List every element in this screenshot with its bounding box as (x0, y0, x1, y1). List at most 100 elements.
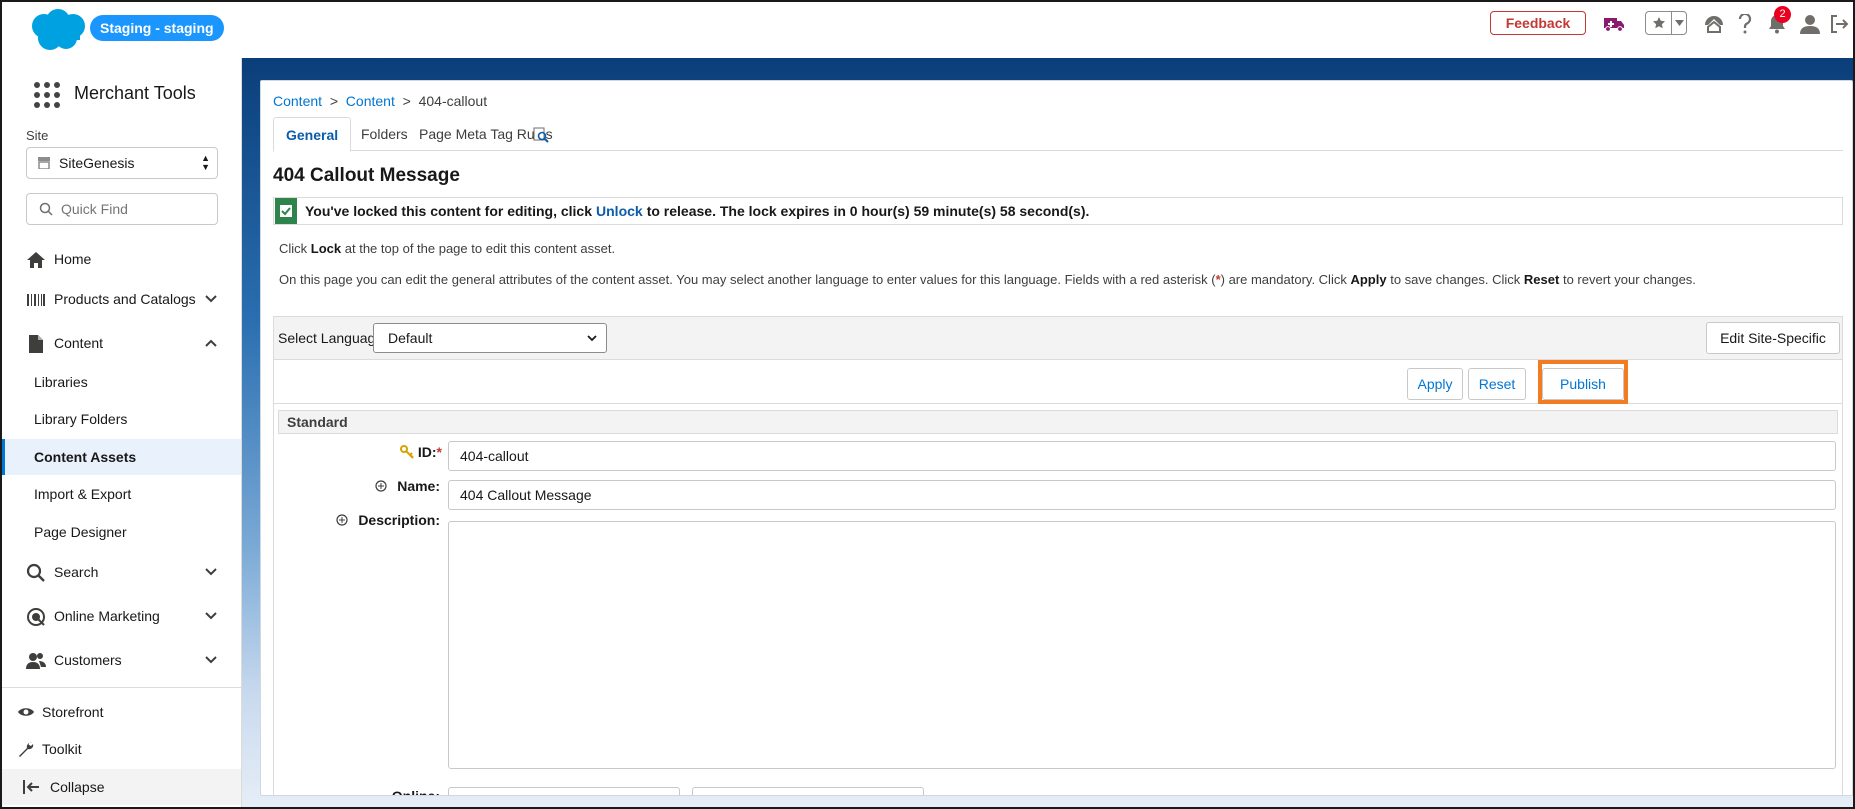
chevron-down-icon[interactable] (204, 565, 218, 579)
sidebar-item-content-assets[interactable]: Content Assets (2, 439, 241, 475)
lock-status-banner: You've locked this content for editing, … (273, 197, 1843, 225)
sidebar-item-label: Customers (54, 652, 122, 668)
sidebar-item-label: Products and Catalogs (54, 291, 196, 307)
online-to-field[interactable] (692, 787, 924, 795)
chevron-down-icon[interactable] (204, 653, 218, 667)
sidebar-item-online-marketing[interactable]: Online Marketing (2, 598, 241, 634)
help-text-part: at the top of the page to edit this cont… (344, 241, 616, 256)
locked-icon (275, 198, 297, 224)
chevron-down-icon[interactable] (204, 292, 218, 306)
sidebar: Merchant Tools Site SiteGenesis ▲▼ Home … (2, 58, 242, 807)
sidebar-item-import-export[interactable]: Import & Export (2, 476, 241, 512)
help-text-bold: Lock (310, 241, 342, 256)
sidebar-item-storefront[interactable]: Storefront (2, 694, 241, 730)
sidebar-item-toolkit[interactable]: Toolkit (2, 731, 241, 767)
chevron-down-icon[interactable] (1672, 12, 1686, 34)
select-arrows-icon: ▲ ▼ (201, 153, 210, 172)
sidebar-item-products-and-catalogs[interactable]: Products and Catalogs (2, 281, 241, 317)
favorites-control[interactable] (1645, 11, 1687, 35)
barcode-icon (27, 294, 45, 306)
help-text-part: to save changes. Click (1390, 272, 1521, 287)
action-bar: Apply Reset Publish (273, 360, 1843, 404)
required-asterisk: * (436, 444, 442, 460)
app-launcher-icon[interactable] (34, 82, 60, 108)
online-from-field[interactable] (448, 787, 680, 795)
eye-icon (18, 708, 34, 716)
sidebar-item-label: Content (54, 335, 104, 351)
wrench-icon (19, 742, 34, 757)
global-header: Staging - staging Feedback 2 (2, 2, 1853, 58)
chevron-down-icon[interactable] (204, 609, 218, 623)
lock-message-start: You've locked this content for editing, … (305, 203, 593, 219)
reset-button[interactable]: Reset (1468, 368, 1526, 400)
logout-icon[interactable] (1828, 10, 1850, 38)
chevron-up-icon[interactable] (204, 336, 218, 350)
app-name: Merchant Tools (74, 83, 196, 103)
quick-find-field[interactable] (26, 193, 218, 225)
name-label: Name: (354, 478, 440, 494)
help-text-bold: Apply (1350, 272, 1387, 287)
sidebar-item-home[interactable]: Home (2, 241, 241, 277)
star-icon[interactable] (1646, 12, 1672, 34)
localizable-icon (336, 514, 349, 526)
tab-bar: General Folders Page Meta Tag Rules (273, 117, 1843, 152)
tab-preview[interactable] (521, 117, 561, 151)
help-text-edit: On this page you can edit the general at… (279, 272, 1696, 287)
sidebar-item-libraries[interactable]: Libraries (2, 364, 241, 400)
home-icon (27, 252, 45, 268)
sidebar-item-library-folders[interactable]: Library Folders (2, 401, 241, 437)
unlock-link[interactable]: Unlock (596, 203, 643, 219)
id-label: ID:* (354, 444, 442, 460)
collapse-button[interactable]: Collapse (2, 769, 241, 805)
sidebar-divider (2, 687, 241, 688)
description-label-text: Description: (358, 512, 440, 528)
edit-site-specific-button[interactable]: Edit Site-Specific (1706, 322, 1840, 354)
breadcrumb-separator: > (398, 93, 415, 109)
search-icon (26, 563, 45, 582)
publish-highlight-box (1538, 360, 1628, 404)
help-text-part: On this page you can edit the general at… (279, 272, 1216, 287)
toolkit-label: Toolkit (42, 741, 82, 757)
language-select-value: Default (388, 330, 433, 346)
select-language-label: Select Language: (278, 330, 387, 346)
sidebar-item-label: Online Marketing (54, 608, 160, 624)
breadcrumb-current: 404-callout (418, 93, 488, 109)
id-field[interactable]: 404-callout (448, 441, 1836, 471)
storefront-icon (38, 157, 50, 169)
breadcrumb-separator: > (325, 93, 342, 109)
sidebar-item-page-designer[interactable]: Page Designer (2, 514, 241, 550)
sidebar-item-label: Search (54, 564, 99, 580)
description-textarea[interactable] (448, 521, 1836, 769)
truck-icon[interactable] (1602, 10, 1626, 38)
help-text-part: ) are mandatory. Click (1220, 272, 1347, 287)
sidebar-item-content[interactable]: Content (2, 325, 241, 361)
sidebar-item-search[interactable]: Search (2, 554, 241, 590)
lock-message-end: to release. The lock expires in 0 hour(s… (646, 203, 1090, 219)
user-profile-icon[interactable] (1798, 10, 1822, 38)
site-label: Site (26, 128, 49, 143)
sidebar-item-customers[interactable]: Customers (2, 642, 241, 678)
language-select[interactable]: Default (373, 323, 607, 353)
tab-general[interactable]: General (273, 117, 352, 152)
preview-icon (533, 127, 549, 144)
quick-find-input[interactable] (61, 201, 211, 217)
feedback-button[interactable]: Feedback (1490, 11, 1586, 35)
help-icon[interactable] (1735, 10, 1755, 38)
description-label: Description: (334, 512, 440, 528)
site-select[interactable]: SiteGenesis ▲ ▼ (26, 147, 218, 179)
apply-button[interactable]: Apply (1407, 368, 1463, 400)
environment-badge: Staging - staging (90, 15, 224, 41)
online-label: Online: (344, 788, 440, 796)
localizable-icon (375, 480, 387, 492)
breadcrumb-link-content-2[interactable]: Content (346, 93, 395, 109)
online-label-text: Online: (391, 788, 440, 796)
name-field[interactable]: 404 Callout Message (448, 480, 1836, 510)
breadcrumb-link-content[interactable]: Content (273, 93, 322, 109)
page-title: 404 Callout Message (273, 165, 460, 186)
salesforce-logo[interactable] (28, 8, 90, 52)
chevron-down-icon (587, 335, 597, 342)
trailhead-icon[interactable] (1702, 10, 1726, 38)
help-text-bold: Reset (1523, 272, 1560, 287)
marketing-icon (27, 608, 45, 626)
section-header-standard: Standard (278, 410, 1838, 434)
